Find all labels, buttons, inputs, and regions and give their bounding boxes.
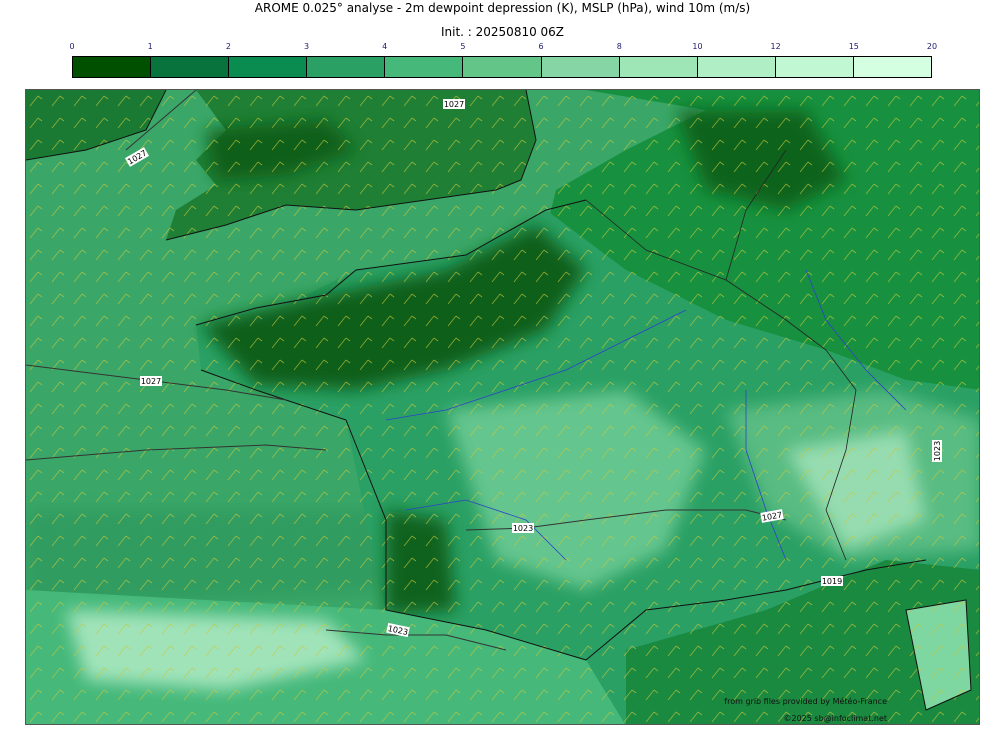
colorbar-tick-label: 4 bbox=[382, 42, 388, 51]
colorbar-segment bbox=[151, 57, 230, 77]
colorbar-segment bbox=[307, 57, 386, 77]
copyright-credit: ©2025 sb@infoclimat.net bbox=[783, 714, 888, 723]
colorbar bbox=[72, 56, 932, 78]
colorbar-segment bbox=[73, 57, 152, 77]
colorbar-segment bbox=[775, 57, 854, 77]
colorbar-tick-label: 8 bbox=[616, 42, 622, 51]
wind-barbs bbox=[26, 90, 979, 724]
colorbar-tick-label: 0 bbox=[69, 42, 75, 51]
colorbar-tick-label: 15 bbox=[848, 42, 859, 51]
data-source-credit: from grib files provided by Météo-France bbox=[724, 697, 887, 706]
colorbar-tick-label: 3 bbox=[303, 42, 310, 51]
colorbar-tick-label: 10 bbox=[692, 42, 703, 51]
colorbar-segment bbox=[229, 57, 308, 77]
colorbar-tick-label: 1 bbox=[147, 42, 153, 51]
colorbar-segment bbox=[541, 57, 620, 77]
map-canvas: 1027 1027 1027 1023 1027 1019 1023 1023 bbox=[26, 90, 979, 724]
isobar-label: 1019 bbox=[822, 577, 842, 586]
init-time: Init. : 20250810 06Z bbox=[440, 25, 565, 39]
colorbar-segment bbox=[853, 57, 932, 77]
colorbar-tick-label: 2 bbox=[225, 42, 231, 51]
colorbar-segment bbox=[619, 57, 698, 77]
colorbar-segment bbox=[463, 57, 542, 77]
isobar-label: 1027 bbox=[141, 377, 161, 386]
chart-title: AROME 0.025° analyse - 2m dewpoint depre… bbox=[254, 1, 751, 15]
isobar-label: 1023 bbox=[513, 524, 533, 533]
colorbar-tick-label: 6 bbox=[538, 42, 544, 51]
isobar-label: 1027 bbox=[444, 100, 464, 109]
weather-map: 1027 1027 1027 1023 1027 1019 1023 1023 bbox=[25, 89, 980, 725]
colorbar-segment bbox=[697, 57, 776, 77]
isobar-label: 1023 bbox=[933, 441, 942, 461]
colorbar-tick-label: 5 bbox=[460, 42, 466, 51]
colorbar-tick-label: 20 bbox=[926, 42, 938, 51]
colorbar-segment bbox=[385, 57, 464, 77]
colorbar-tick-label: 12 bbox=[770, 42, 781, 51]
